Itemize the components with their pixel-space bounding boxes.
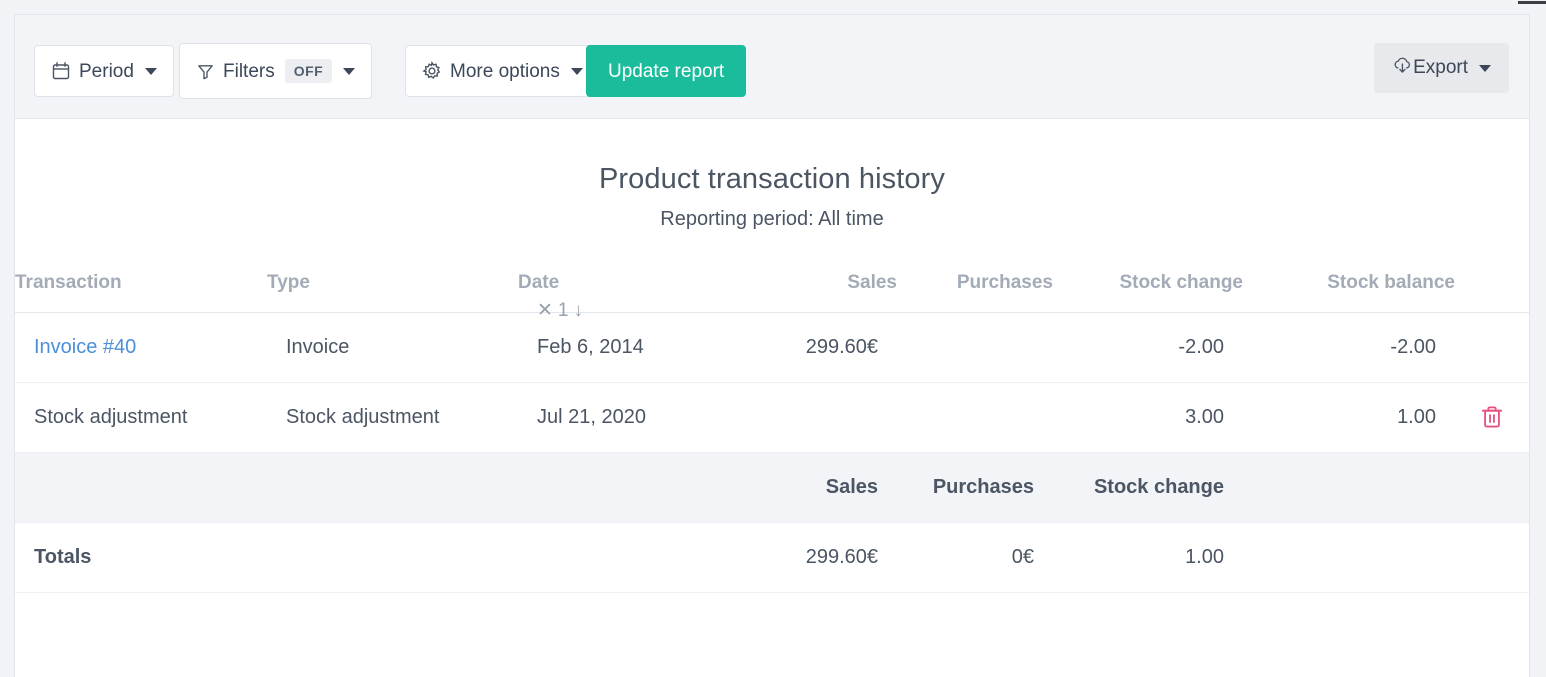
export-button[interactable]: Export xyxy=(1374,43,1509,93)
cell-actions xyxy=(1455,312,1529,383)
period-button[interactable]: Period xyxy=(34,45,174,97)
cell-stock-balance: -2.00 xyxy=(1243,312,1455,383)
filters-button-label: Filters xyxy=(223,60,275,82)
cell-stock-change: 3.00 xyxy=(1053,382,1243,453)
cell-purchases xyxy=(897,312,1053,383)
funnel-icon xyxy=(196,62,215,81)
calendar-icon xyxy=(51,61,71,81)
column-header-stock-balance[interactable]: Stock balance xyxy=(1243,272,1455,313)
transaction-history-table: Transaction Type Date Sales Purchases St… xyxy=(15,272,1529,593)
report-card: Period Filters OFF More options Update r… xyxy=(14,14,1530,677)
update-report-button[interactable]: Update report xyxy=(586,45,747,97)
totals-header-stock-change: Stock change xyxy=(1053,452,1243,523)
update-report-button-label: Update report xyxy=(608,60,725,82)
report-page: Period Filters OFF More options Update r… xyxy=(0,0,1546,677)
transaction-link[interactable]: Invoice #40 xyxy=(34,336,136,358)
totals-header-row: Sales Purchases Stock change xyxy=(15,452,1529,523)
table-header-row: Transaction Type Date Sales Purchases St… xyxy=(15,272,1529,313)
sort-descending-arrow-icon[interactable]: ↓ xyxy=(574,300,584,322)
cell-stock-balance: 1.00 xyxy=(1243,382,1455,453)
column-header-stock-change[interactable]: Stock change xyxy=(1053,272,1243,313)
gear-icon xyxy=(422,61,442,81)
column-header-actions xyxy=(1455,272,1529,313)
totals-spacer-2 xyxy=(518,522,756,593)
chevron-down-icon xyxy=(343,67,356,75)
totals-header-spacer-3 xyxy=(518,452,756,523)
filters-state-badge: OFF xyxy=(284,59,333,83)
cell-transaction: Invoice #40 xyxy=(15,312,267,383)
sort-indicator-date[interactable]: ✕ 1 ↓ xyxy=(537,299,583,322)
report-header: Product transaction history Reporting pe… xyxy=(15,119,1529,231)
totals-sales: 299.60€ xyxy=(756,522,897,593)
totals-header-spacer-4 xyxy=(1243,452,1455,523)
more-options-button[interactable]: More options xyxy=(405,45,600,97)
table-body: Invoice #40 Invoice Feb 6, 2014 299.60€ … xyxy=(15,312,1529,593)
table-row: Invoice #40 Invoice Feb 6, 2014 299.60€ … xyxy=(15,312,1529,383)
totals-purchases: 0€ xyxy=(897,522,1053,593)
sort-order-number: 1 xyxy=(557,299,569,321)
totals-stock-change: 1.00 xyxy=(1053,522,1243,593)
totals-header-spacer-1 xyxy=(15,452,267,523)
cell-type: Invoice xyxy=(267,312,518,383)
column-header-sales[interactable]: Sales xyxy=(756,272,897,313)
cloud-download-icon xyxy=(1392,55,1413,82)
delete-row-button[interactable] xyxy=(1475,400,1509,434)
more-options-button-label: More options xyxy=(450,60,560,82)
column-header-type[interactable]: Type xyxy=(267,272,518,313)
totals-spacer-3 xyxy=(1243,522,1455,593)
cell-purchases xyxy=(897,382,1053,453)
totals-header-purchases: Purchases xyxy=(897,452,1053,523)
chevron-down-icon xyxy=(1479,64,1491,72)
column-header-purchases[interactable]: Purchases xyxy=(897,272,1053,313)
cell-date: Feb 6, 2014 xyxy=(518,312,756,383)
totals-header-sales: Sales xyxy=(756,452,897,523)
totals-spacer-4 xyxy=(1455,522,1529,593)
cell-stock-change: -2.00 xyxy=(1053,312,1243,383)
table-row: Stock adjustment Stock adjustment Jul 21… xyxy=(15,382,1529,453)
table-header: Transaction Type Date Sales Purchases St… xyxy=(15,272,1529,313)
cell-date: Jul 21, 2020 xyxy=(518,382,756,453)
chevron-down-icon xyxy=(144,67,157,75)
page-title: Product transaction history xyxy=(598,163,946,195)
totals-row: Totals 299.60€ 0€ 1.00 xyxy=(15,522,1529,593)
clear-sort-icon[interactable]: ✕ xyxy=(537,299,553,322)
filters-button[interactable]: Filters OFF xyxy=(179,43,373,99)
chevron-down-icon xyxy=(570,67,583,75)
report-toolbar: Period Filters OFF More options Update r… xyxy=(15,15,1529,119)
cell-sales xyxy=(756,382,897,453)
cell-actions xyxy=(1455,382,1529,453)
column-header-transaction[interactable]: Transaction xyxy=(15,272,267,313)
window-edge-line xyxy=(1518,1,1546,4)
totals-header-spacer-2 xyxy=(267,452,518,523)
period-button-label: Period xyxy=(79,60,134,82)
cell-transaction: Stock adjustment xyxy=(15,382,267,453)
export-button-label: Export xyxy=(1413,57,1468,78)
reporting-period-subtitle: Reporting period: All time xyxy=(660,208,884,230)
cell-sales: 299.60€ xyxy=(756,312,897,383)
totals-spacer-1 xyxy=(267,522,518,593)
cell-type: Stock adjustment xyxy=(267,382,518,453)
totals-label: Totals xyxy=(15,522,267,593)
totals-header-spacer-5 xyxy=(1455,452,1529,523)
